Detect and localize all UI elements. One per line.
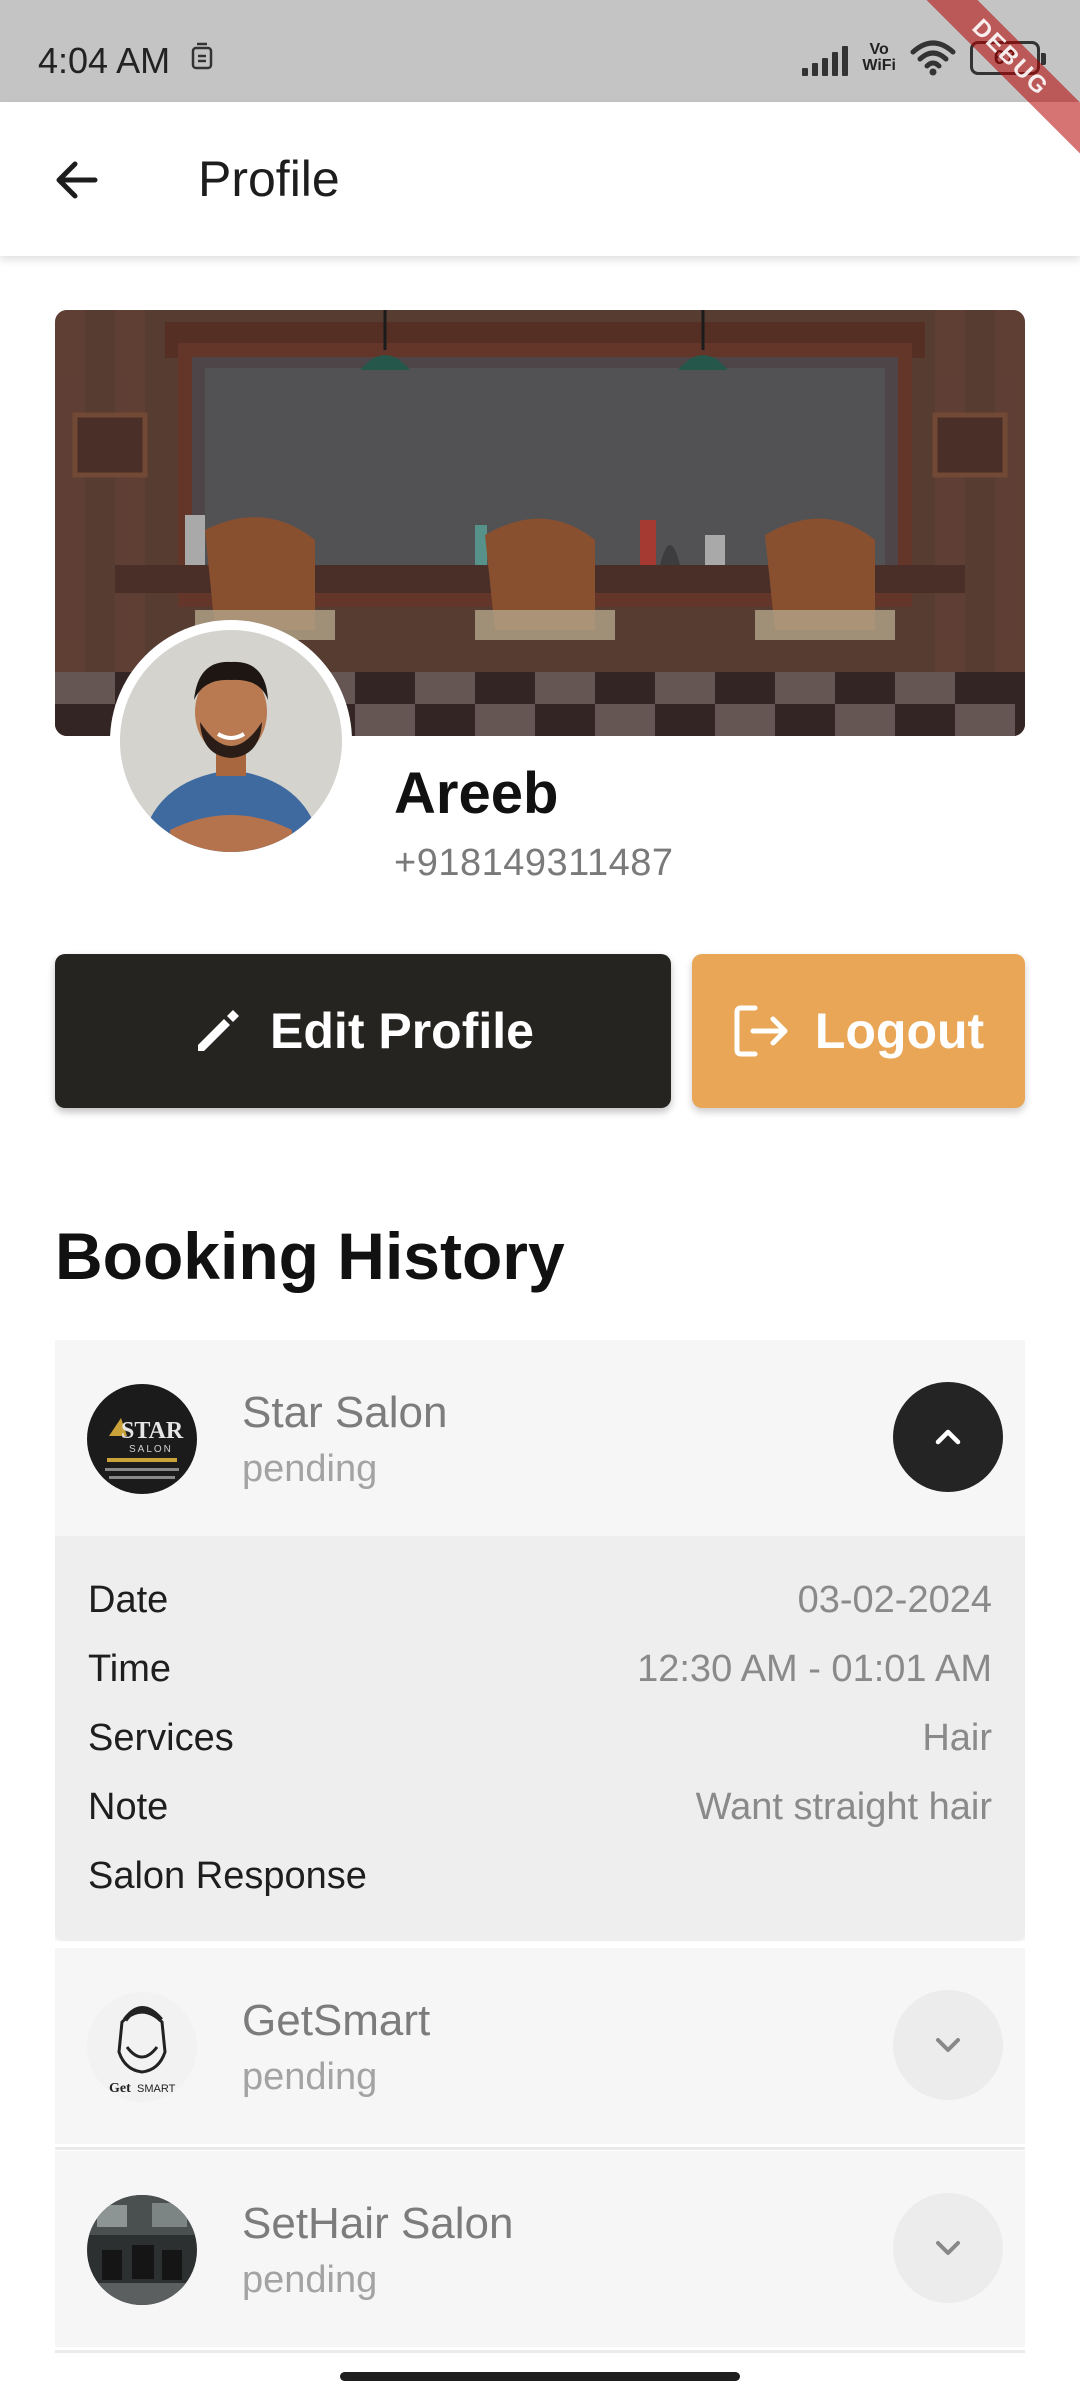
booking-status: pending — [242, 2259, 378, 2301]
booking-header[interactable]: Get SMART GetSmart pending — [55, 1948, 1025, 2144]
detail-row-note: Note Want straight hair — [88, 1773, 992, 1842]
logout-label: Logout — [814, 1003, 985, 1059]
expand-button[interactable] — [893, 2193, 1003, 2303]
home-indicator[interactable] — [340, 2372, 740, 2381]
wifi-icon — [910, 40, 956, 76]
booking-item: STAR SALON Star Salon pending Date 03-02… — [55, 1340, 1025, 1941]
detail-label: Note — [88, 1786, 169, 1828]
svg-text:Get: Get — [109, 2081, 131, 2096]
booking-header[interactable]: SetHair Salon pending — [55, 2151, 1025, 2347]
salon-name: GetSmart — [242, 1996, 431, 2045]
profile-name: Areeb — [394, 761, 559, 826]
logout-button[interactable]: Logout — [692, 954, 1025, 1108]
salon-logo: Get SMART — [87, 1992, 197, 2102]
svg-text:SMART: SMART — [137, 2083, 176, 2095]
back-button[interactable] — [40, 144, 112, 216]
collapse-button[interactable] — [893, 1382, 1003, 1492]
page-title: Profile — [198, 151, 340, 207]
signal-icon — [802, 40, 849, 76]
detail-label: Salon Response — [88, 1855, 367, 1897]
detail-value-date: 03-02-2024 — [797, 1579, 992, 1621]
edit-profile-label: Edit Profile — [270, 1003, 534, 1059]
booking-header[interactable]: STAR SALON Star Salon pending — [55, 1340, 1025, 1536]
divider — [55, 2147, 1025, 2150]
detail-label: Services — [88, 1717, 234, 1759]
logout-icon — [734, 1005, 788, 1057]
edit-profile-button[interactable]: Edit Profile — [55, 954, 671, 1108]
status-bar: 4:04 AM Vo WiFi 67 — [0, 0, 1080, 102]
app-bar: Profile — [0, 102, 1080, 256]
avatar-image — [120, 630, 342, 852]
chevron-up-icon — [935, 1429, 961, 1445]
svg-text:STAR: STAR — [121, 1418, 184, 1444]
detail-value-services: Hair — [922, 1717, 992, 1759]
detail-value-note: Want straight hair — [695, 1786, 992, 1828]
avatar — [110, 620, 352, 862]
chevron-down-icon — [936, 2038, 960, 2052]
salon-logo — [87, 2195, 197, 2305]
battery-icon: 67 — [970, 41, 1046, 75]
salon-logo: STAR SALON — [87, 1384, 197, 1494]
booking-status: pending — [242, 1448, 378, 1490]
detail-row-time: Time 12:30 AM - 01:01 AM — [88, 1635, 992, 1704]
salon-name: SetHair Salon — [242, 2199, 514, 2248]
vowifi-label: Vo WiFi — [862, 41, 896, 74]
status-time: 4:04 AM — [38, 40, 171, 81]
svg-text:SALON: SALON — [129, 1444, 173, 1455]
detail-row-services: Services Hair — [88, 1704, 992, 1773]
booking-details: Date 03-02-2024 Time 12:30 AM - 01:01 AM… — [55, 1536, 1025, 1941]
detail-value-time: 12:30 AM - 01:01 AM — [637, 1648, 992, 1690]
alarm-icon — [191, 42, 213, 70]
arrow-left-icon — [56, 161, 98, 199]
battery-level: 67 — [993, 46, 1017, 69]
booking-history-title: Booking History — [55, 1219, 565, 1293]
detail-row-date: Date 03-02-2024 — [88, 1566, 992, 1635]
detail-label: Date — [88, 1579, 169, 1621]
divider — [55, 2350, 1025, 2353]
detail-row-response: Salon Response — [88, 1842, 992, 1911]
chevron-down-icon — [936, 2241, 960, 2255]
salon-name: Star Salon — [242, 1388, 448, 1437]
booking-status: pending — [242, 2056, 378, 2098]
profile-phone: +918149311487 — [394, 842, 674, 884]
booking-item: Get SMART GetSmart pending — [55, 1948, 1025, 2144]
booking-item: SetHair Salon pending — [55, 2151, 1025, 2347]
detail-label: Time — [88, 1648, 172, 1690]
pencil-icon — [198, 1010, 240, 1051]
expand-button[interactable] — [893, 1990, 1003, 2100]
